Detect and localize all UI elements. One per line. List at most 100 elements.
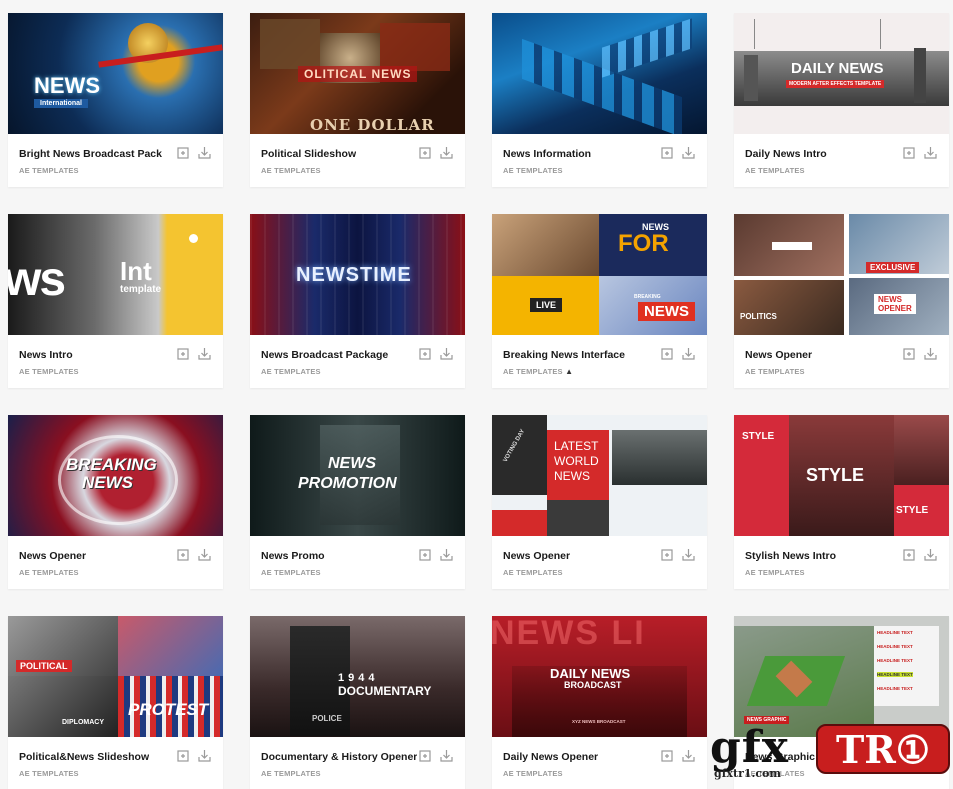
- template-category[interactable]: AE TEMPLATES: [745, 367, 805, 376]
- add-to-collection-icon[interactable]: [419, 146, 432, 159]
- add-to-collection-icon[interactable]: [661, 749, 674, 762]
- template-title[interactable]: Political Slideshow: [261, 148, 356, 160]
- template-card[interactable]: NEWS LI DAILY NEWS BROADCAST XYZ NEWS BR…: [492, 616, 707, 789]
- template-thumbnail[interactable]: POLITICAL DIPLOMACY PROTEST: [8, 616, 223, 737]
- download-icon[interactable]: [682, 146, 695, 159]
- thumb-text: NEWSTIME: [296, 264, 412, 286]
- template-card[interactable]: NEWS PROMOTION News Promo AE TEMPLATES: [250, 415, 465, 589]
- template-card[interactable]: 1944 DOCUMENTARY POLICE Documentary & Hi…: [250, 616, 465, 789]
- thumb-text: PROTEST: [128, 700, 209, 719]
- template-card[interactable]: News Information AE TEMPLATES: [492, 13, 707, 187]
- template-card[interactable]: DAILY NEWS MODERN AFTER EFFECTS TEMPLATE…: [734, 13, 949, 187]
- thumb-text: STYLE: [806, 465, 865, 485]
- add-to-collection-icon[interactable]: [903, 548, 916, 561]
- add-to-collection-icon[interactable]: [419, 347, 432, 360]
- template-title[interactable]: News Opener: [745, 349, 812, 361]
- download-icon[interactable]: [198, 347, 211, 360]
- template-title[interactable]: Daily News Opener: [503, 751, 598, 763]
- template-category[interactable]: AE TEMPLATES: [261, 769, 321, 778]
- template-card[interactable]: NEWSTIME News Broadcast Package AE TEMPL…: [250, 214, 465, 388]
- template-category[interactable]: AE TEMPLATES: [19, 166, 79, 175]
- template-category[interactable]: AE TEMPLATES: [503, 568, 563, 577]
- template-title[interactable]: Bright News Broadcast Pack: [19, 148, 162, 160]
- thumb-text: POLICE: [312, 714, 342, 723]
- template-card[interactable]: OLITICAL NEWS ONE DOLLAR Political Slide…: [250, 13, 465, 187]
- template-card[interactable]: NEWS International Bright News Broadcast…: [8, 13, 223, 187]
- download-icon[interactable]: [682, 548, 695, 561]
- template-thumbnail[interactable]: HEADLINE TEXT HEADLINE TEXT HEADLINE TEX…: [734, 616, 949, 737]
- template-title[interactable]: Breaking News Interface: [503, 349, 625, 361]
- add-to-collection-icon[interactable]: [177, 146, 190, 159]
- template-category[interactable]: AE TEMPLATES: [503, 166, 563, 175]
- thumb-text: HEADLINE TEXT: [877, 686, 913, 691]
- download-icon[interactable]: [440, 146, 453, 159]
- add-to-collection-icon[interactable]: [177, 347, 190, 360]
- template-category[interactable]: AE TEMPLATES: [261, 166, 321, 175]
- template-title[interactable]: News Intro: [19, 349, 73, 361]
- template-thumbnail[interactable]: DAILY NEWS MODERN AFTER EFFECTS TEMPLATE: [734, 13, 949, 134]
- template-thumbnail[interactable]: NEWS PROMOTION: [250, 415, 465, 536]
- add-to-collection-icon[interactable]: [177, 548, 190, 561]
- template-card[interactable]: EXCLUSIVE POLITICS NEWS OPENER News Opene…: [734, 214, 949, 388]
- download-icon[interactable]: [682, 347, 695, 360]
- thumb-text: FOR: [618, 230, 669, 257]
- template-thumbnail[interactable]: OLITICAL NEWS ONE DOLLAR: [250, 13, 465, 134]
- template-card[interactable]: NEWS FOR LIVE BREAKING NEWS Breaking New…: [492, 214, 707, 388]
- template-title[interactable]: News Broadcast Package: [261, 349, 388, 361]
- template-title[interactable]: Political&News Slideshow: [19, 751, 149, 763]
- template-card[interactable]: VOTING DAY LATEST WORLD NEWS News Opener A…: [492, 415, 707, 589]
- template-title[interactable]: Stylish News Intro: [745, 550, 836, 562]
- template-thumbnail[interactable]: 1944 DOCUMENTARY POLICE: [250, 616, 465, 737]
- template-thumbnail[interactable]: ws Int template: [8, 214, 223, 335]
- template-category[interactable]: AE TEMPLATES: [261, 568, 321, 577]
- download-icon[interactable]: [440, 548, 453, 561]
- add-to-collection-icon[interactable]: [661, 146, 674, 159]
- template-thumbnail[interactable]: NEWSTIME: [250, 214, 465, 335]
- download-icon[interactable]: [924, 548, 937, 561]
- template-title[interactable]: Documentary & History Opener: [261, 751, 417, 763]
- template-title[interactable]: News Opener: [503, 550, 570, 562]
- template-thumbnail[interactable]: VOTING DAY LATEST WORLD NEWS: [492, 415, 707, 536]
- template-category[interactable]: AE TEMPLATES: [745, 166, 805, 175]
- template-card[interactable]: POLITICAL DIPLOMACY PROTEST Political&Ne…: [8, 616, 223, 789]
- thumb-text: DIPLOMACY: [62, 719, 104, 726]
- template-category[interactable]: AE TEMPLATES: [503, 769, 563, 778]
- template-thumbnail[interactable]: EXCLUSIVE POLITICS NEWS OPENER: [734, 214, 949, 335]
- template-card[interactable]: ws Int template News Intro AE TEMPLATES: [8, 214, 223, 388]
- add-to-collection-icon[interactable]: [903, 146, 916, 159]
- template-thumbnail[interactable]: NEWS FOR LIVE BREAKING NEWS: [492, 214, 707, 335]
- download-icon[interactable]: [198, 548, 211, 561]
- template-thumbnail[interactable]: NEWS LI DAILY NEWS BROADCAST XYZ NEWS BR…: [492, 616, 707, 737]
- template-card[interactable]: BREAKING NEWS News Opener AE TEMPLATES: [8, 415, 223, 589]
- download-icon[interactable]: [198, 146, 211, 159]
- download-icon[interactable]: [440, 347, 453, 360]
- template-card[interactable]: STYLE STYLE STYLE Stylish News Intro AE …: [734, 415, 949, 589]
- template-category[interactable]: AE TEMPLATES: [745, 568, 805, 577]
- thumb-text: BREAKING: [634, 294, 661, 300]
- add-to-collection-icon[interactable]: [419, 548, 432, 561]
- template-category[interactable]: AE TEMPLATES: [261, 367, 321, 376]
- template-thumbnail[interactable]: NEWS International: [8, 13, 223, 134]
- template-title[interactable]: Daily News Intro: [745, 148, 827, 160]
- add-to-collection-icon[interactable]: [903, 347, 916, 360]
- template-category[interactable]: AE TEMPLATES: [19, 367, 79, 376]
- template-title[interactable]: News Information: [503, 148, 591, 160]
- template-category[interactable]: AE TEMPLATES: [19, 568, 79, 577]
- template-title[interactable]: News Promo: [261, 550, 325, 562]
- template-category[interactable]: AE TEMPLATES ▲: [503, 367, 573, 376]
- template-thumbnail[interactable]: BREAKING NEWS: [8, 415, 223, 536]
- download-icon[interactable]: [440, 749, 453, 762]
- download-icon[interactable]: [682, 749, 695, 762]
- add-to-collection-icon[interactable]: [419, 749, 432, 762]
- download-icon[interactable]: [198, 749, 211, 762]
- template-category[interactable]: AE TEMPLATES: [19, 769, 79, 778]
- template-title[interactable]: News Opener: [19, 550, 86, 562]
- template-thumbnail[interactable]: STYLE STYLE STYLE: [734, 415, 949, 536]
- thumb-text: POLITICAL: [16, 660, 72, 672]
- add-to-collection-icon[interactable]: [177, 749, 190, 762]
- download-icon[interactable]: [924, 146, 937, 159]
- add-to-collection-icon[interactable]: [661, 347, 674, 360]
- download-icon[interactable]: [924, 347, 937, 360]
- template-thumbnail[interactable]: [492, 13, 707, 134]
- add-to-collection-icon[interactable]: [661, 548, 674, 561]
